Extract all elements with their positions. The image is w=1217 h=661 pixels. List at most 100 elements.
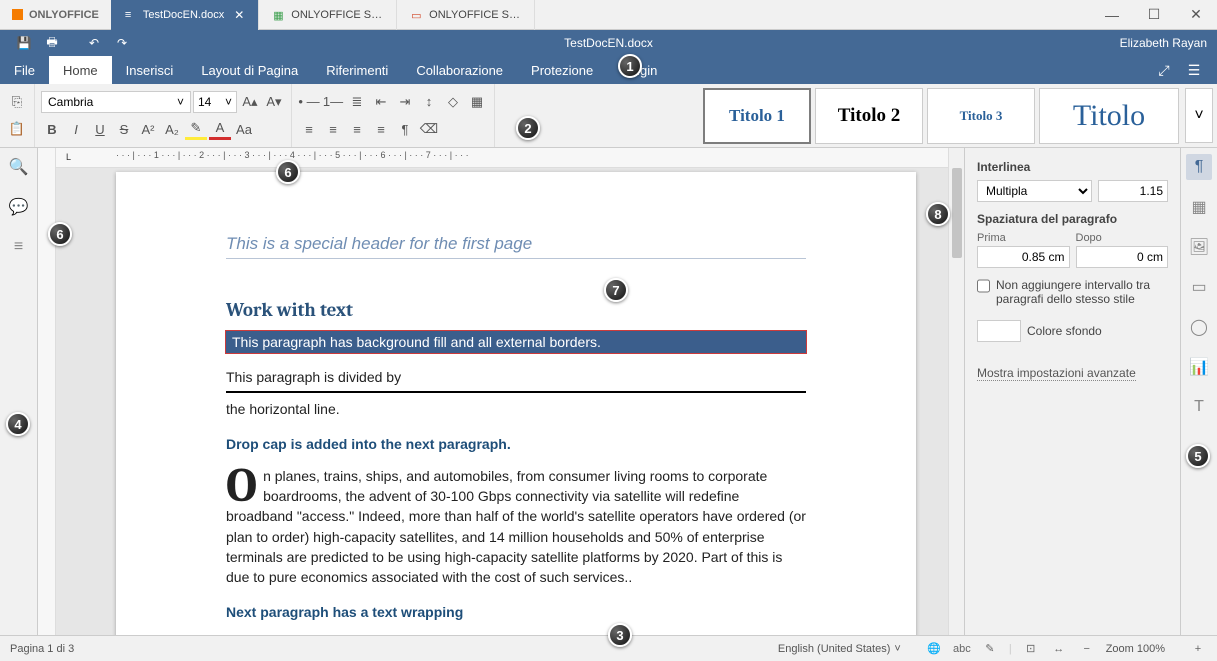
strike-icon[interactable]: S [113, 118, 135, 140]
highlighted-paragraph[interactable]: This paragraph has background fill and a… [226, 331, 806, 353]
document-area[interactable]: L · · · | · · · 1 · · · | · · · 2 · · · … [56, 148, 948, 635]
print-icon[interactable]: 🖶 [38, 33, 66, 54]
next-paragraph[interactable]: Next paragraph has a text wrapping [226, 602, 806, 622]
page-header[interactable]: This is a special header for the first p… [226, 234, 806, 259]
heading-work-with-text[interactable]: Work with text [226, 299, 806, 321]
tab-sheet[interactable]: ▦ ONLYOFFICE S… [259, 0, 397, 30]
style-titolo-3[interactable]: Titolo 3 [927, 88, 1035, 144]
align-justify-icon[interactable]: ≡ [370, 118, 392, 140]
tab-slide[interactable]: ▭ ONLYOFFICE S… [397, 0, 535, 30]
fit-width-icon[interactable]: ↔ [1050, 640, 1068, 658]
page-info[interactable]: Pagina 1 di 3 [10, 643, 74, 655]
paste-icon[interactable]: 📋 [6, 118, 28, 140]
tab-chart-icon[interactable]: 📊 [1186, 354, 1212, 380]
zoom-level[interactable]: Zoom 100% [1106, 643, 1165, 655]
copy-icon[interactable]: ⎘ [6, 91, 28, 113]
fit-page-icon[interactable]: ⊡ [1022, 640, 1040, 658]
before-label: Prima [977, 232, 1070, 244]
bgcolor-swatch[interactable] [977, 320, 1021, 342]
bold-icon[interactable]: B [41, 118, 63, 140]
underline-icon[interactable]: U [89, 118, 111, 140]
tab-paragraph-icon[interactable]: ¶ [1186, 154, 1212, 180]
close-icon[interactable]: ✕ [234, 8, 244, 22]
interlinea-mode-select[interactable]: Multipla [977, 180, 1092, 202]
subheading-dropcap[interactable]: Drop cap is added into the next paragrap… [226, 434, 806, 454]
style-titolo[interactable]: Titolo [1039, 88, 1179, 144]
style-titolo-1[interactable]: Titolo 1 [703, 88, 811, 144]
undo-icon[interactable]: ↶ [80, 36, 108, 50]
para-split-2[interactable]: the horizontal line. [226, 399, 806, 419]
redo-icon[interactable]: ↷ [108, 36, 136, 50]
pilcrow-icon[interactable]: ¶ [394, 118, 416, 140]
subscript-icon[interactable]: A₂ [161, 118, 183, 140]
para-split-1[interactable]: This paragraph is divided by [226, 367, 806, 387]
globe-icon[interactable]: 🌐 [925, 640, 943, 658]
menu-layout[interactable]: Layout di Pagina [187, 56, 312, 84]
clear-format-icon[interactable]: ◇ [442, 91, 464, 113]
font-name-select[interactable]: Cambria ˅ [41, 91, 191, 113]
advanced-settings-link[interactable]: Mostra impostazioni avanzate [977, 366, 1136, 381]
numbering-icon[interactable]: 1— [322, 91, 344, 113]
spacing-after-input[interactable] [1076, 246, 1169, 268]
comments-icon[interactable]: 💬 [8, 196, 30, 218]
close-button[interactable]: ✕ [1175, 0, 1217, 30]
menu-file[interactable]: File [0, 56, 49, 84]
minimize-button[interactable]: — [1091, 0, 1133, 30]
italic-icon[interactable]: I [65, 118, 87, 140]
page[interactable]: This is a special header for the first p… [116, 172, 916, 635]
no-add-space-checkbox[interactable]: Non aggiungere intervallo tra paragrafi … [977, 278, 1168, 306]
shading-icon[interactable]: ▦ [466, 91, 488, 113]
tab-textart-icon[interactable]: T [1186, 394, 1212, 420]
spacing-before-input[interactable] [977, 246, 1070, 268]
decrease-indent-icon[interactable]: ⇤ [370, 91, 392, 113]
menu-protezione[interactable]: Protezione [517, 56, 607, 84]
increase-indent-icon[interactable]: ⇥ [394, 91, 416, 113]
bullets-icon[interactable]: • — [298, 91, 320, 113]
tab-image-icon[interactable]: 🖼 [1186, 234, 1212, 260]
increase-font-icon[interactable]: A▴ [239, 91, 261, 113]
line-spacing-icon[interactable]: ↕ [418, 91, 440, 113]
menu-riferimenti[interactable]: Riferimenti [312, 56, 402, 84]
search-icon[interactable]: 🔍 [8, 156, 30, 178]
tab-stop-marker[interactable]: L [66, 152, 76, 162]
style-titolo-2[interactable]: Titolo 2 [815, 88, 923, 144]
multilevel-icon[interactable]: ≣ [346, 91, 368, 113]
font-size-select[interactable]: 14 ˅ [193, 91, 237, 113]
tab-doc[interactable]: ≡ TestDocEN.docx ✕ [111, 0, 259, 30]
zoom-out-icon[interactable]: − [1078, 640, 1096, 658]
tab-table-icon[interactable]: ▦ [1186, 194, 1212, 220]
checkbox-input[interactable] [977, 279, 990, 293]
highlight-icon[interactable]: ✎ [185, 118, 207, 140]
menu-inserisci[interactable]: Inserisci [112, 56, 188, 84]
styles-dropdown[interactable]: ˅ [1185, 88, 1213, 143]
headings-icon[interactable]: ≡ [8, 236, 30, 258]
interlinea-value-input[interactable] [1098, 180, 1168, 202]
spellcheck-icon[interactable]: abc [953, 640, 971, 658]
zoom-in-icon[interactable]: + [1189, 640, 1207, 658]
track-changes-icon[interactable]: ✎ [981, 640, 999, 658]
align-left-icon[interactable]: ≡ [298, 118, 320, 140]
save-icon[interactable]: 💾 [10, 36, 38, 50]
scroll-thumb[interactable] [952, 168, 962, 258]
maximize-button[interactable]: ☐ [1133, 0, 1175, 30]
change-case-icon[interactable]: Aa [233, 118, 255, 140]
user-name[interactable]: Elizabeth Rayan [1120, 36, 1207, 50]
eraser-icon[interactable]: ⌫ [418, 118, 440, 140]
body-paragraph[interactable]: On planes, trains, ships, and automobile… [226, 466, 806, 588]
vertical-scrollbar[interactable] [948, 148, 964, 635]
tab-shape-icon[interactable]: ◯ [1186, 314, 1212, 340]
menu-collaborazione[interactable]: Collaborazione [402, 56, 517, 84]
tab-header-icon[interactable]: ▭ [1186, 274, 1212, 300]
superscript-icon[interactable]: A² [137, 118, 159, 140]
language-select[interactable]: English (United States) ˅ [778, 643, 901, 655]
main-area: 🔍 💬 ≡ L · · · | · · · 1 · · · | · · · 2 … [0, 148, 1217, 635]
callout-7: 7 [604, 278, 628, 302]
horizontal-ruler[interactable]: L · · · | · · · 1 · · · | · · · 2 · · · … [56, 148, 948, 168]
open-location-icon[interactable]: ⤢ [1149, 62, 1179, 79]
align-center-icon[interactable]: ≡ [322, 118, 344, 140]
align-right-icon[interactable]: ≡ [346, 118, 368, 140]
font-color-icon[interactable]: A [209, 118, 231, 140]
decrease-font-icon[interactable]: A▾ [263, 91, 285, 113]
view-menu-icon[interactable]: ☰ [1179, 62, 1209, 79]
menu-home[interactable]: Home [49, 56, 112, 84]
